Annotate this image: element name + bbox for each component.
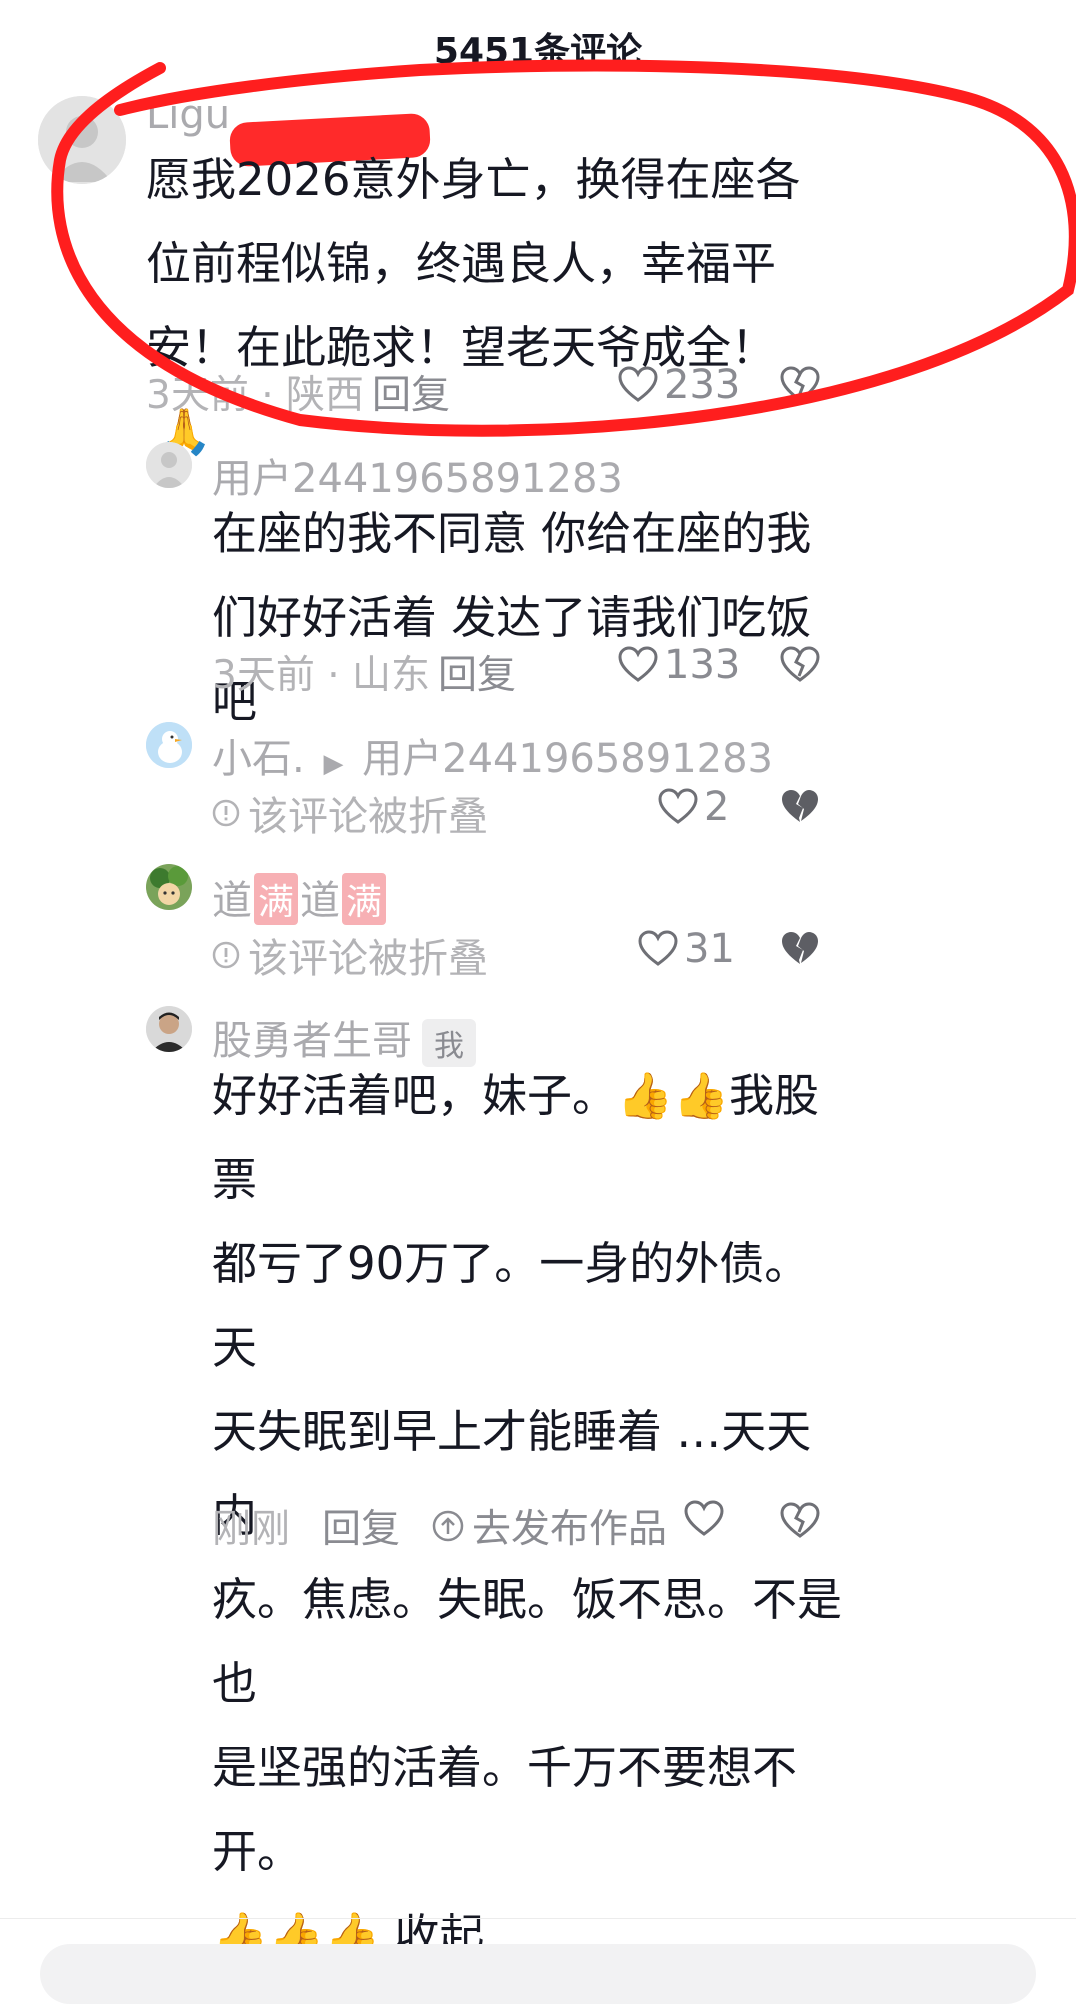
heart-icon	[638, 930, 678, 966]
broken-heart-filled-icon	[782, 932, 818, 964]
like-button[interactable]: 2	[658, 784, 729, 830]
reply-arrow-icon: ▶	[323, 749, 344, 779]
comment-text: 在座的我不同意 你给在座的我们好好活着 发达了请我们吃饭吧	[212, 507, 812, 728]
upload-circle-icon	[432, 1510, 464, 1542]
publish-work-button[interactable]: 去发布作品	[432, 1498, 667, 1554]
folded-notice[interactable]: 该评论被折叠	[212, 926, 488, 984]
reply-button[interactable]: 回复	[322, 1498, 400, 1554]
broken-heart-icon	[780, 1502, 820, 1538]
info-icon	[212, 941, 240, 969]
dislike-button[interactable]	[780, 646, 820, 684]
broken-heart-icon	[780, 646, 820, 682]
comment-meta: 刚刚	[212, 1507, 291, 1552]
heart-icon	[658, 788, 698, 824]
dislike-button[interactable]	[780, 788, 820, 826]
reply-chain: 小石. ▶ 用户2441965891283	[212, 726, 773, 784]
username[interactable]: 道满道满	[212, 868, 388, 926]
avatar[interactable]	[146, 864, 192, 910]
username[interactable]: 小石.	[212, 736, 305, 782]
broken-heart-filled-icon	[782, 790, 818, 822]
like-count: 2	[704, 784, 730, 830]
comment-input-bar[interactable]	[40, 1944, 1036, 2004]
heart-icon	[618, 646, 658, 682]
like-button[interactable]: 133	[618, 642, 740, 688]
dislike-button[interactable]	[780, 930, 820, 968]
info-icon	[212, 799, 240, 827]
comment-meta: 3天前 · 山东	[212, 653, 431, 698]
like-count: 133	[664, 642, 741, 688]
heart-icon	[684, 1500, 724, 1536]
avatar[interactable]	[146, 722, 192, 768]
annotation-circle	[51, 59, 1076, 437]
like-button[interactable]	[684, 1500, 724, 1538]
like-button[interactable]: 31	[638, 926, 735, 972]
avatar[interactable]	[146, 1006, 192, 1052]
like-count: 31	[684, 926, 735, 972]
folded-notice[interactable]: 该评论被折叠	[212, 784, 488, 842]
reply-button[interactable]: 回复	[438, 644, 516, 700]
dislike-button[interactable]	[780, 1502, 820, 1540]
reply-target-username[interactable]: 用户2441965891283	[362, 736, 773, 782]
